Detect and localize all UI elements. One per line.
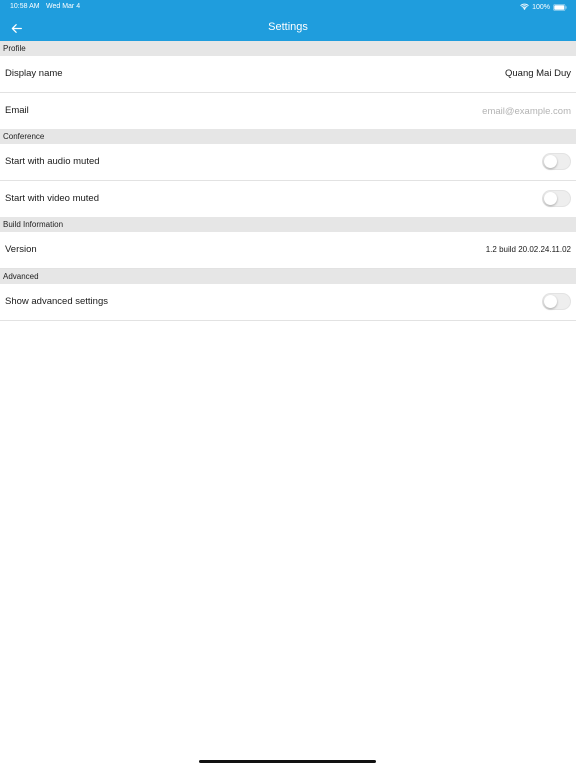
- app-header: 10:58 AM Wed Mar 4 100% Settings: [0, 0, 576, 41]
- show-advanced-row[interactable]: Show advanced settings: [0, 284, 576, 321]
- show-advanced-label: Show advanced settings: [5, 296, 108, 307]
- section-header-profile: Profile: [0, 41, 576, 56]
- home-indicator[interactable]: [199, 760, 376, 763]
- status-bar: 10:58 AM Wed Mar 4 100%: [0, 0, 576, 14]
- video-muted-row[interactable]: Start with video muted: [0, 181, 576, 218]
- display-name-label: Display name: [5, 68, 63, 79]
- version-value: 1.2 build 20.02.24.11.02: [485, 245, 571, 254]
- video-muted-toggle[interactable]: [542, 190, 571, 207]
- section-header-advanced: Advanced: [0, 269, 576, 284]
- status-time: 10:58 AM: [10, 3, 40, 10]
- audio-muted-toggle[interactable]: [542, 153, 571, 170]
- toggle-knob: [544, 155, 557, 168]
- email-field[interactable]: [371, 104, 571, 118]
- audio-muted-label: Start with audio muted: [5, 156, 100, 167]
- wifi-icon: [520, 3, 529, 10]
- audio-muted-row[interactable]: Start with audio muted: [0, 144, 576, 181]
- version-label: Version: [5, 244, 37, 255]
- section-header-conference: Conference: [0, 129, 576, 144]
- display-name-row[interactable]: Display name Quang Mai Duy: [0, 56, 576, 93]
- version-row: Version 1.2 build 20.02.24.11.02: [0, 232, 576, 269]
- video-muted-label: Start with video muted: [5, 193, 99, 204]
- battery-icon: [553, 3, 567, 11]
- display-name-value[interactable]: Quang Mai Duy: [505, 56, 571, 92]
- status-indicators: 100%: [520, 2, 567, 12]
- section-header-build: Build Information: [0, 217, 576, 232]
- email-row[interactable]: Email: [0, 93, 576, 130]
- show-advanced-toggle[interactable]: [542, 293, 571, 310]
- email-label: Email: [5, 105, 29, 116]
- toggle-knob: [544, 295, 557, 308]
- status-date: Wed Mar 4: [46, 3, 81, 10]
- battery-percent: 100%: [532, 3, 550, 11]
- nav-bar: Settings: [0, 14, 576, 41]
- page-title: Settings: [268, 21, 308, 33]
- toggle-knob: [544, 192, 557, 205]
